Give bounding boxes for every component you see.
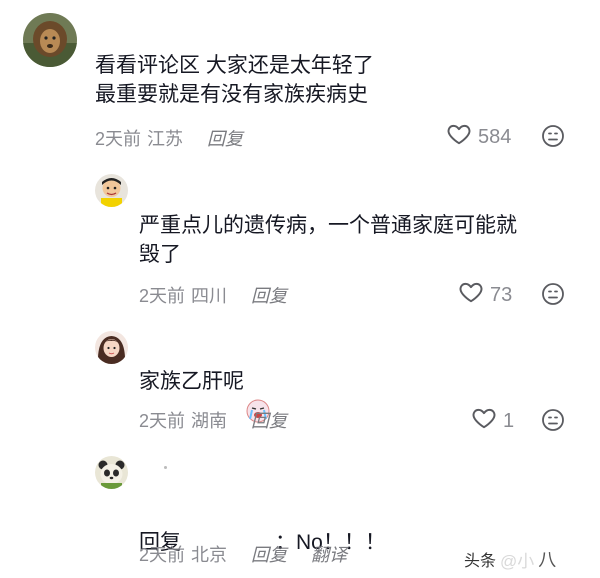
comment-meta: 2天前 北京 回复 翻译	[139, 541, 347, 567]
comment-time: 2天前	[95, 129, 142, 149]
comment-text: 家族乙肝呢	[139, 367, 270, 422]
comment-meta: 2天前 江苏 回复	[95, 125, 243, 151]
comment-location: 北京	[191, 545, 228, 565]
watermark-text-2: @小	[500, 551, 535, 571]
frown-face-icon	[541, 125, 565, 152]
comment-meta: 2天前 湖南 回复	[139, 407, 287, 433]
frown-face-icon	[541, 409, 565, 436]
heart-icon	[458, 279, 484, 311]
dislike-button[interactable]	[541, 408, 565, 432]
cartoon-man-avatar[interactable]	[95, 174, 128, 207]
comment-location: 江苏	[147, 129, 184, 149]
reply-button[interactable]: 回复	[207, 125, 243, 151]
reply-button[interactable]: 回复	[251, 541, 287, 567]
comment-meta: 2天前 四川 回复	[139, 282, 287, 308]
like-count: 1	[503, 409, 515, 432]
reply-button[interactable]: 回复	[251, 407, 287, 433]
comment-time: 2天前	[139, 286, 186, 306]
comment-text-body: 家族乙肝呢	[139, 370, 244, 393]
crying-face-emoji	[246, 370, 270, 422]
watermark-text-3: 八	[538, 550, 557, 570]
comment-text: 严重点儿的遗传病，一个普通家庭可能就 毁了	[139, 214, 517, 266]
heart-icon	[446, 121, 472, 153]
heart-icon	[471, 405, 497, 437]
reply-button[interactable]: 回复	[251, 282, 287, 308]
translate-button[interactable]: 翻译	[311, 541, 347, 567]
comment-location: 湖南	[191, 411, 228, 431]
watermark: 头条 @小 八	[464, 546, 556, 572]
comment-time: 2天前	[139, 411, 186, 431]
comment-location: 四川	[191, 286, 228, 306]
divider-dot	[164, 466, 167, 469]
like-button[interactable]: 1	[471, 405, 514, 437]
girl-avatar[interactable]	[95, 331, 128, 364]
panda-avatar[interactable]	[95, 456, 128, 489]
comment-time: 2天前	[139, 545, 186, 565]
dislike-button[interactable]	[541, 282, 565, 306]
like-count: 584	[478, 125, 512, 148]
lion-avatar[interactable]	[23, 13, 77, 67]
dislike-button[interactable]	[541, 124, 565, 148]
like-count: 73	[490, 283, 513, 306]
watermark-text-1: 头条	[464, 553, 497, 570]
like-button[interactable]: 584	[446, 121, 511, 153]
frown-face-icon	[541, 283, 565, 310]
like-button[interactable]: 73	[458, 279, 512, 311]
comment-text: 看看评论区 大家还是太年轻了 最重要就是有没有家族疾病史	[95, 54, 374, 106]
